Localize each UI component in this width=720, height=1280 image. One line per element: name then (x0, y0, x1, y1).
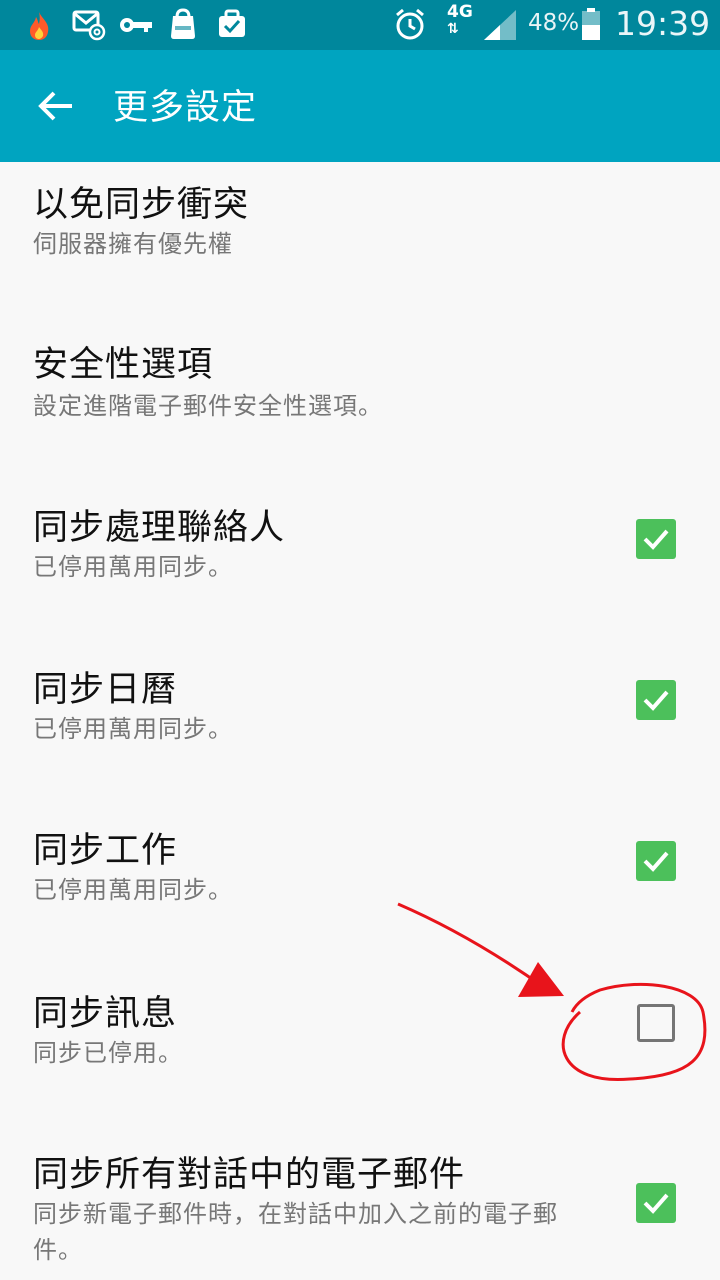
alarm-icon (396, 8, 424, 40)
setting-subtitle: 已停用萬用同步。 (33, 553, 233, 581)
setting-sync-messages[interactable]: 同步訊息 同步已停用。 (0, 979, 720, 1109)
sync-tasks-checkbox[interactable] (636, 841, 676, 881)
setting-title: 以免同步衝突 (33, 185, 250, 225)
key-icon (120, 18, 152, 32)
setting-title: 同步工作 (33, 831, 178, 871)
setting-subtitle: 伺服器擁有優先權 (33, 230, 233, 258)
briefcase-icon (219, 9, 245, 37)
setting-title: 安全性選項 (33, 345, 214, 385)
checkmark-icon (643, 851, 669, 872)
setting-security-options[interactable]: 安全性選項 設定進階電子郵件安全性選項。 (0, 330, 720, 460)
signal-icon (484, 10, 516, 40)
email-icon (72, 10, 106, 41)
setting-sync-contacts[interactable]: 同步處理聯絡人 已停用萬用同步。 (0, 493, 720, 623)
checkmark-icon (643, 1193, 669, 1214)
arrow-back-icon[interactable] (36, 86, 76, 126)
setting-subtitle: 設定進階電子郵件安全性選項。 (33, 392, 383, 420)
battery-percent: 48% (528, 10, 580, 36)
checkmark-icon (643, 529, 669, 550)
setting-title: 同步日曆 (33, 670, 178, 710)
setting-title: 同步訊息 (33, 994, 178, 1034)
setting-sync-calendar[interactable]: 同步日曆 已停用萬用同步。 (0, 655, 720, 785)
setting-title: 同步處理聯絡人 (33, 508, 286, 548)
sync-messages-checkbox[interactable] (637, 1004, 675, 1042)
setting-subtitle: 已停用萬用同步。 (33, 876, 233, 904)
setting-sync-conversation-emails[interactable]: 同步所有對話中的電子郵件 同步新電子郵件時，在對話中加入之前的電子郵件。 (0, 1140, 720, 1280)
status-time: 19:39 (615, 4, 711, 43)
network-type: 4G ⇅ (447, 2, 473, 38)
sync-contacts-checkbox[interactable] (636, 519, 676, 559)
setting-sync-tasks[interactable]: 同步工作 已停用萬用同步。 (0, 816, 720, 946)
setting-title: 同步所有對話中的電子郵件 (33, 1155, 466, 1195)
checkmark-icon (643, 690, 669, 711)
setting-subtitle: 同步已停用。 (33, 1039, 183, 1067)
flame-icon (30, 12, 49, 40)
status-bar: 4G ⇅ 48% 19:39 (0, 0, 720, 50)
sync-conversation-emails-checkbox[interactable] (636, 1183, 676, 1223)
app-bar: 更多設定 (0, 50, 720, 162)
sync-calendar-checkbox[interactable] (636, 680, 676, 720)
galaxy-apps-icon (171, 8, 195, 39)
setting-subtitle: 同步新電子郵件時，在對話中加入之前的電子郵件。 (33, 1200, 558, 1264)
setting-sync-conflict[interactable]: 以免同步衝突 伺服器擁有優先權 (0, 170, 720, 296)
page-title: 更多設定 (113, 88, 258, 128)
battery-icon (582, 8, 600, 40)
setting-subtitle: 已停用萬用同步。 (33, 715, 233, 743)
